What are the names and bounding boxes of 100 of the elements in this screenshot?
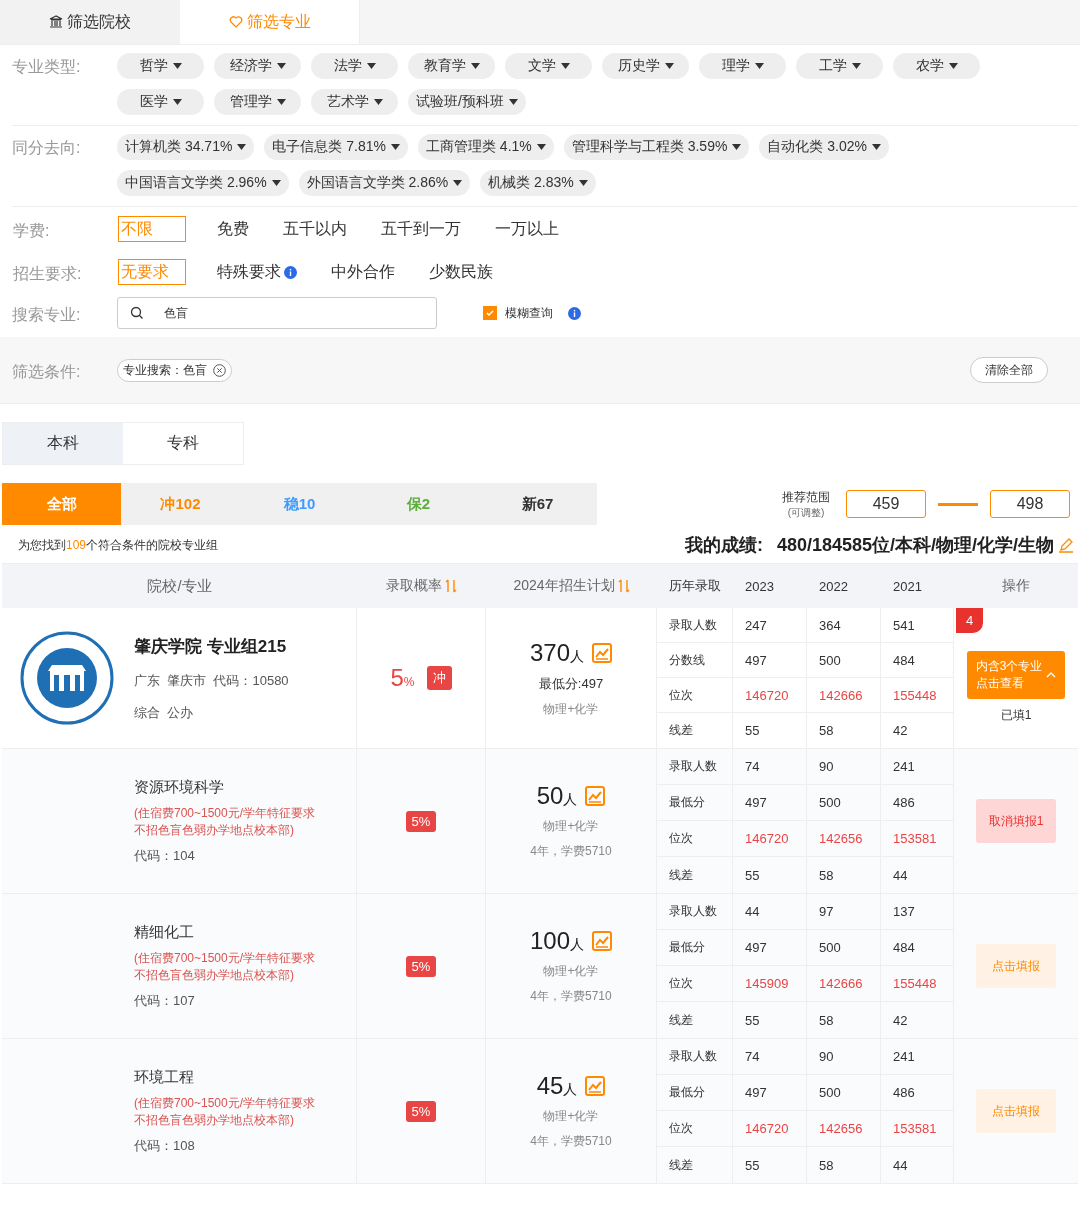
major-code: 代码：104: [134, 846, 196, 865]
stat-value: 241: [881, 749, 954, 784]
result-count-text: 为您找到109个符合条件的院校专业组: [18, 536, 219, 554]
filter-label: 招生要求:: [13, 263, 83, 284]
category-chip[interactable]: 法学: [311, 53, 398, 79]
stat-value: 486: [881, 785, 954, 820]
filter-option[interactable]: 中外合作: [328, 259, 398, 285]
caret-icon: [754, 63, 764, 69]
category-chip[interactable]: 艺术学: [311, 89, 398, 115]
filter-label: 同分去向:: [12, 138, 82, 158]
direction-chip[interactable]: 机械类 2.83%: [480, 170, 596, 196]
direction-chip[interactable]: 计算机类 34.71%: [117, 134, 255, 160]
search-field[interactable]: 色盲: [117, 297, 437, 329]
sort-icon[interactable]: [617, 579, 630, 593]
stat-value: 484: [881, 643, 954, 677]
stat-label: 位次: [657, 1111, 733, 1146]
caret-icon: [508, 99, 518, 105]
stat-value: 44: [733, 894, 807, 929]
category-chip[interactable]: 农学: [893, 53, 980, 79]
trend-chart-icon[interactable]: [592, 931, 612, 951]
filter-option[interactable]: 免费: [214, 216, 252, 242]
sort-icon[interactable]: [445, 579, 457, 593]
category-chip[interactable]: 历史学: [602, 53, 689, 79]
close-icon[interactable]: [213, 363, 226, 377]
info-icon[interactable]: [568, 306, 581, 320]
school-tags: 综合 公办: [134, 703, 289, 722]
category-chip[interactable]: 理学: [699, 53, 786, 79]
stat-value: 153581: [881, 1111, 954, 1146]
direction-chip[interactable]: 中国语言文学类 2.96%: [117, 170, 289, 196]
filter-option[interactable]: 少数民族: [426, 259, 496, 285]
major-note: (住宿费700~1500元/学年特征要求 不招色盲色弱办学地点校本部): [134, 949, 317, 984]
heart-icon: [228, 15, 243, 29]
stat-value: 500: [807, 1075, 881, 1110]
filter-option[interactable]: 一万以上: [492, 216, 562, 242]
school-location: 广东 肇庆市 代码：10580: [134, 671, 289, 690]
trend-chart-icon[interactable]: [585, 1076, 606, 1096]
column-header: 操作: [1001, 576, 1031, 595]
column-header[interactable]: 2024年招生计划: [486, 564, 657, 608]
filter-option[interactable]: 五千以内: [280, 216, 350, 242]
stat-value: 90: [807, 749, 881, 784]
direction-chip[interactable]: 工商管理类 4.1%: [417, 134, 554, 160]
category-chip[interactable]: 经济学: [214, 53, 301, 79]
trend-chart-icon[interactable]: [592, 642, 612, 663]
column-header[interactable]: 录取概率: [357, 564, 486, 608]
stat-value: 500: [807, 643, 881, 677]
major-name: 环境工程: [134, 1067, 195, 1087]
caret-icon: [578, 180, 588, 186]
school-name[interactable]: 肇庆学院 专业组215: [134, 634, 289, 658]
category-chip[interactable]: 工学: [796, 53, 883, 79]
stat-label: 最低分: [657, 785, 733, 820]
search-icon: [130, 306, 144, 320]
category-chip[interactable]: 教育学: [408, 53, 495, 79]
column-header: 历年录取: [668, 577, 722, 595]
stat-label: 最低分: [657, 1075, 733, 1110]
stat-label: 位次: [657, 678, 733, 712]
stat-value: 90: [807, 1039, 881, 1074]
level-tab[interactable]: 本科: [3, 423, 123, 464]
stat-value: 241: [881, 1039, 954, 1074]
clear-all-button[interactable]: 清除全部: [970, 357, 1048, 383]
stat-label: 最低分: [657, 930, 733, 965]
stat-value: 497: [733, 1075, 807, 1110]
direction-chip[interactable]: 管理科学与工程类 3.59%: [563, 134, 750, 160]
stat-value: 97: [807, 894, 881, 929]
filter-label: 筛选条件:: [12, 361, 82, 382]
category-chip[interactable]: 医学: [117, 89, 204, 115]
info-icon[interactable]: [284, 265, 297, 279]
caret-icon: [470, 63, 480, 69]
direction-chip[interactable]: 电子信息类 7.81%: [264, 134, 408, 160]
stat-value: 500: [807, 785, 881, 820]
stat-label: 录取人数: [657, 749, 733, 784]
direction-chip[interactable]: 自动化类 3.02%: [759, 134, 889, 160]
category-chip[interactable]: 试验班/预科班: [408, 89, 526, 115]
filter-option[interactable]: 特殊要求: [214, 259, 300, 285]
stat-value: 42: [881, 1002, 954, 1038]
range-label: 推荐范围: [782, 488, 830, 506]
column-header: 2021: [892, 577, 923, 596]
stat-label: 线差: [657, 1147, 733, 1183]
category-chip[interactable]: 管理学: [214, 89, 301, 115]
min-score-field[interactable]: 459: [846, 490, 926, 518]
plan-count: 45人: [536, 1072, 578, 1100]
stat-label: 分数线: [657, 643, 733, 677]
trend-chart-icon[interactable]: [585, 786, 606, 806]
stat-label: 线差: [657, 713, 733, 748]
category-chip[interactable]: 哲学: [117, 53, 204, 79]
filter-option[interactable]: 五千到一万: [378, 216, 464, 242]
range-hint: (可调整): [787, 505, 825, 520]
stat-value: 55: [733, 713, 807, 748]
stat-value: 55: [733, 1147, 807, 1183]
category-tab[interactable]: 新67: [478, 483, 597, 525]
stat-label: 线差: [657, 857, 733, 893]
caret-icon: [851, 63, 861, 69]
major-note: (住宿费700~1500元/学年特征要求 不招色盲色弱办学地点校本部): [134, 1094, 317, 1129]
direction-chip[interactable]: 外国语言文学类 2.86%: [298, 170, 471, 196]
major-note: (住宿费700~1500元/学年特征要求 不招色盲色弱办学地点校本部): [134, 804, 317, 839]
plan-count: 370人: [529, 638, 584, 667]
caret-icon: [664, 63, 674, 69]
max-score-field[interactable]: 498: [990, 490, 1070, 518]
pencil-icon[interactable]: [1058, 537, 1074, 553]
category-chip[interactable]: 文学: [505, 53, 592, 79]
fuzzy-checkbox[interactable]: [483, 306, 497, 320]
